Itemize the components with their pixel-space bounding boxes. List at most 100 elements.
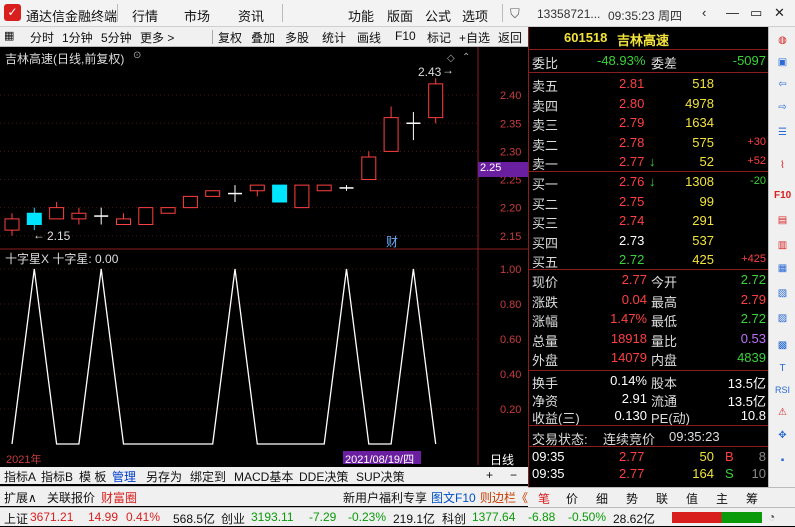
bid-row[interactable]: 买五 2.72 425 +425	[529, 251, 769, 271]
notify-icon[interactable]: ◔	[768, 510, 775, 524]
qtab-jia[interactable]: 价	[566, 490, 578, 507]
bid-row[interactable]: 买一 2.76 ↓ 1308 -20	[529, 173, 769, 193]
qtab-zhu[interactable]: 主	[716, 490, 728, 507]
list-icon[interactable]: ☰	[774, 124, 791, 141]
tb-back[interactable]: 返回	[498, 29, 522, 46]
ask-row[interactable]: 卖二 2.78 575 +30	[529, 134, 769, 154]
diamond-icon[interactable]: ◇	[447, 53, 455, 64]
tab-macd[interactable]: MACD基本	[234, 468, 293, 485]
account-id[interactable]: 13358721...	[537, 7, 600, 21]
tab-template[interactable]: 模 板	[79, 468, 106, 485]
tab-extend[interactable]: 扩展∧	[4, 489, 37, 506]
indicator-title[interactable]: 十字星X 十字星: 0.00	[5, 250, 118, 267]
qtab-chou[interactable]: 筹	[746, 490, 758, 507]
grid-icon[interactable]: ▦	[4, 29, 14, 42]
chart-area[interactable]: 2.40 2.35 2.30 2.25 2.20 2.15 1.00 0.80 0.60 0.40…	[0, 47, 528, 468]
menu-banmian[interactable]: 版面	[387, 6, 413, 25]
rsi-icon[interactable]: RSI	[774, 382, 791, 399]
bar-chart-icon[interactable]: ▥	[774, 237, 791, 254]
sh-label[interactable]: 上证	[4, 510, 28, 527]
tb-more[interactable]: 更多 >	[140, 29, 174, 46]
bid-price: 2.76	[619, 174, 645, 189]
qtab-zhi[interactable]: 值	[686, 490, 698, 507]
stat-row[interactable]: 收益(三) 0.130 PE(动) 10.8	[529, 407, 769, 427]
tb-fuquan[interactable]: 复权	[218, 29, 242, 46]
qtab-shi[interactable]: 势	[626, 490, 638, 507]
menu-xuanxiang[interactable]: 选项	[462, 6, 488, 25]
menu-shichang[interactable]: 市场	[184, 6, 210, 25]
tab-sup[interactable]: SUP决策	[356, 468, 405, 485]
chevron-up-icon[interactable]: ⌃	[462, 52, 470, 63]
tb-5min[interactable]: 5分钟	[101, 29, 132, 46]
tb-huaxian[interactable]: 画线	[357, 29, 381, 46]
shield-icon[interactable]: ⛉	[510, 6, 520, 22]
table-icon[interactable]: ▧	[774, 285, 791, 302]
minus-icon[interactable]: −	[510, 468, 517, 482]
tb-tongji[interactable]: 统计	[322, 29, 346, 46]
move-icon[interactable]: ✥	[774, 427, 791, 444]
tab-related-quote[interactable]: 关联报价	[47, 489, 95, 506]
window-icon[interactable]: ▣	[774, 54, 791, 71]
maximize-icon[interactable]: ▭	[750, 5, 762, 21]
arrow-left-sidebar-icon[interactable]: ⇦	[774, 76, 791, 93]
tab-manage[interactable]: 管理	[112, 468, 136, 485]
tab-indicator-a[interactable]: 指标A	[4, 468, 36, 485]
menu-hangqing[interactable]: 行情	[132, 6, 158, 25]
ask-row[interactable]: 卖四 2.80 4978	[529, 95, 769, 115]
lock-icon[interactable]: ▪	[774, 452, 791, 469]
arrow-right-sidebar-icon[interactable]: ⇨	[774, 99, 791, 116]
bookmark-icon[interactable]: ▤	[774, 212, 791, 229]
cy-label[interactable]: 创业	[221, 510, 245, 527]
tab-wealth-circle[interactable]: 财富圈	[101, 489, 137, 506]
f10-icon[interactable]: F10	[774, 187, 791, 204]
trade-state-row: 交易状态: 连续竞价 09:35:23	[529, 427, 769, 447]
period-label[interactable]: 日线	[490, 451, 514, 468]
plus-icon[interactable]: +	[486, 468, 493, 482]
tab-save-as[interactable]: 另存为	[146, 468, 182, 485]
kc-label[interactable]: 科创	[442, 510, 466, 527]
qtab-xi[interactable]: 细	[596, 490, 608, 507]
doc-icon[interactable]: ▩	[774, 337, 791, 354]
stat-row[interactable]: 外盘 14079 内盘 4839	[529, 349, 769, 369]
bid-row[interactable]: 买二 2.75 99	[529, 193, 769, 213]
menu-gongshi[interactable]: 公式	[425, 6, 451, 25]
pin-icon[interactable]: ◍	[774, 32, 791, 49]
text-icon[interactable]: T	[774, 360, 791, 377]
stat-row[interactable]: 总量 18918 量比 0.53	[529, 330, 769, 350]
menu-gongneng[interactable]: 功能	[348, 6, 374, 25]
stat-row[interactable]: 涨跌 0.04 最高 2.79	[529, 291, 769, 311]
bid-row[interactable]: 买四 2.73 537	[529, 232, 769, 252]
ask-row[interactable]: 卖一 2.77 ↓ 52 +52	[529, 153, 769, 173]
warning-icon[interactable]: ⚠	[774, 404, 791, 421]
ask-row[interactable]: 卖三 2.79 1634	[529, 114, 769, 134]
tb-fenshi[interactable]: 分时	[30, 29, 54, 46]
tab-indicator-b[interactable]: 指标B	[41, 468, 73, 485]
tb-1min[interactable]: 1分钟	[62, 29, 93, 46]
minimize-icon[interactable]: —	[726, 5, 739, 20]
grid-sidebar-icon[interactable]: ▦	[774, 260, 791, 277]
tb-biaoji[interactable]: 标记	[427, 29, 451, 46]
ask-row[interactable]: 卖五 2.81 518	[529, 75, 769, 95]
stat-row[interactable]: 现价 2.77 今开 2.72	[529, 271, 769, 291]
layers-icon[interactable]: ▨	[774, 310, 791, 327]
close-icon[interactable]: ✕	[774, 5, 785, 21]
bid-row[interactable]: 买三 2.74 291	[529, 212, 769, 232]
tab-bind-to[interactable]: 绑定到	[190, 468, 226, 485]
tb-zixuan[interactable]: +自选	[459, 29, 490, 46]
stat-row[interactable]: 涨幅 1.47% 最低 2.72	[529, 310, 769, 330]
menu-zixun[interactable]: 资讯	[238, 6, 264, 25]
tb-f10[interactable]: F10	[395, 29, 416, 43]
chart-line-icon[interactable]: ⌇	[774, 157, 791, 174]
tick-row[interactable]: 09:35 2.77 164 S 10	[529, 465, 769, 485]
news-link[interactable]: 则边栏《	[480, 489, 528, 506]
qtab-bi[interactable]: 笔	[538, 490, 550, 507]
qtab-lian[interactable]: 联	[656, 490, 668, 507]
chart-menu-icon[interactable]: ⊙	[133, 50, 141, 61]
tab-dde[interactable]: DDE决策	[299, 468, 348, 485]
tb-duogu[interactable]: 多股	[285, 29, 309, 46]
news-f10[interactable]: 图文F10	[431, 489, 476, 506]
finance-marker[interactable]: 财	[386, 233, 398, 250]
tb-diejia[interactable]: 叠加	[251, 29, 275, 46]
back-icon[interactable]: ‹	[702, 5, 706, 20]
news-ad[interactable]: 新用户福利专享	[343, 489, 427, 506]
